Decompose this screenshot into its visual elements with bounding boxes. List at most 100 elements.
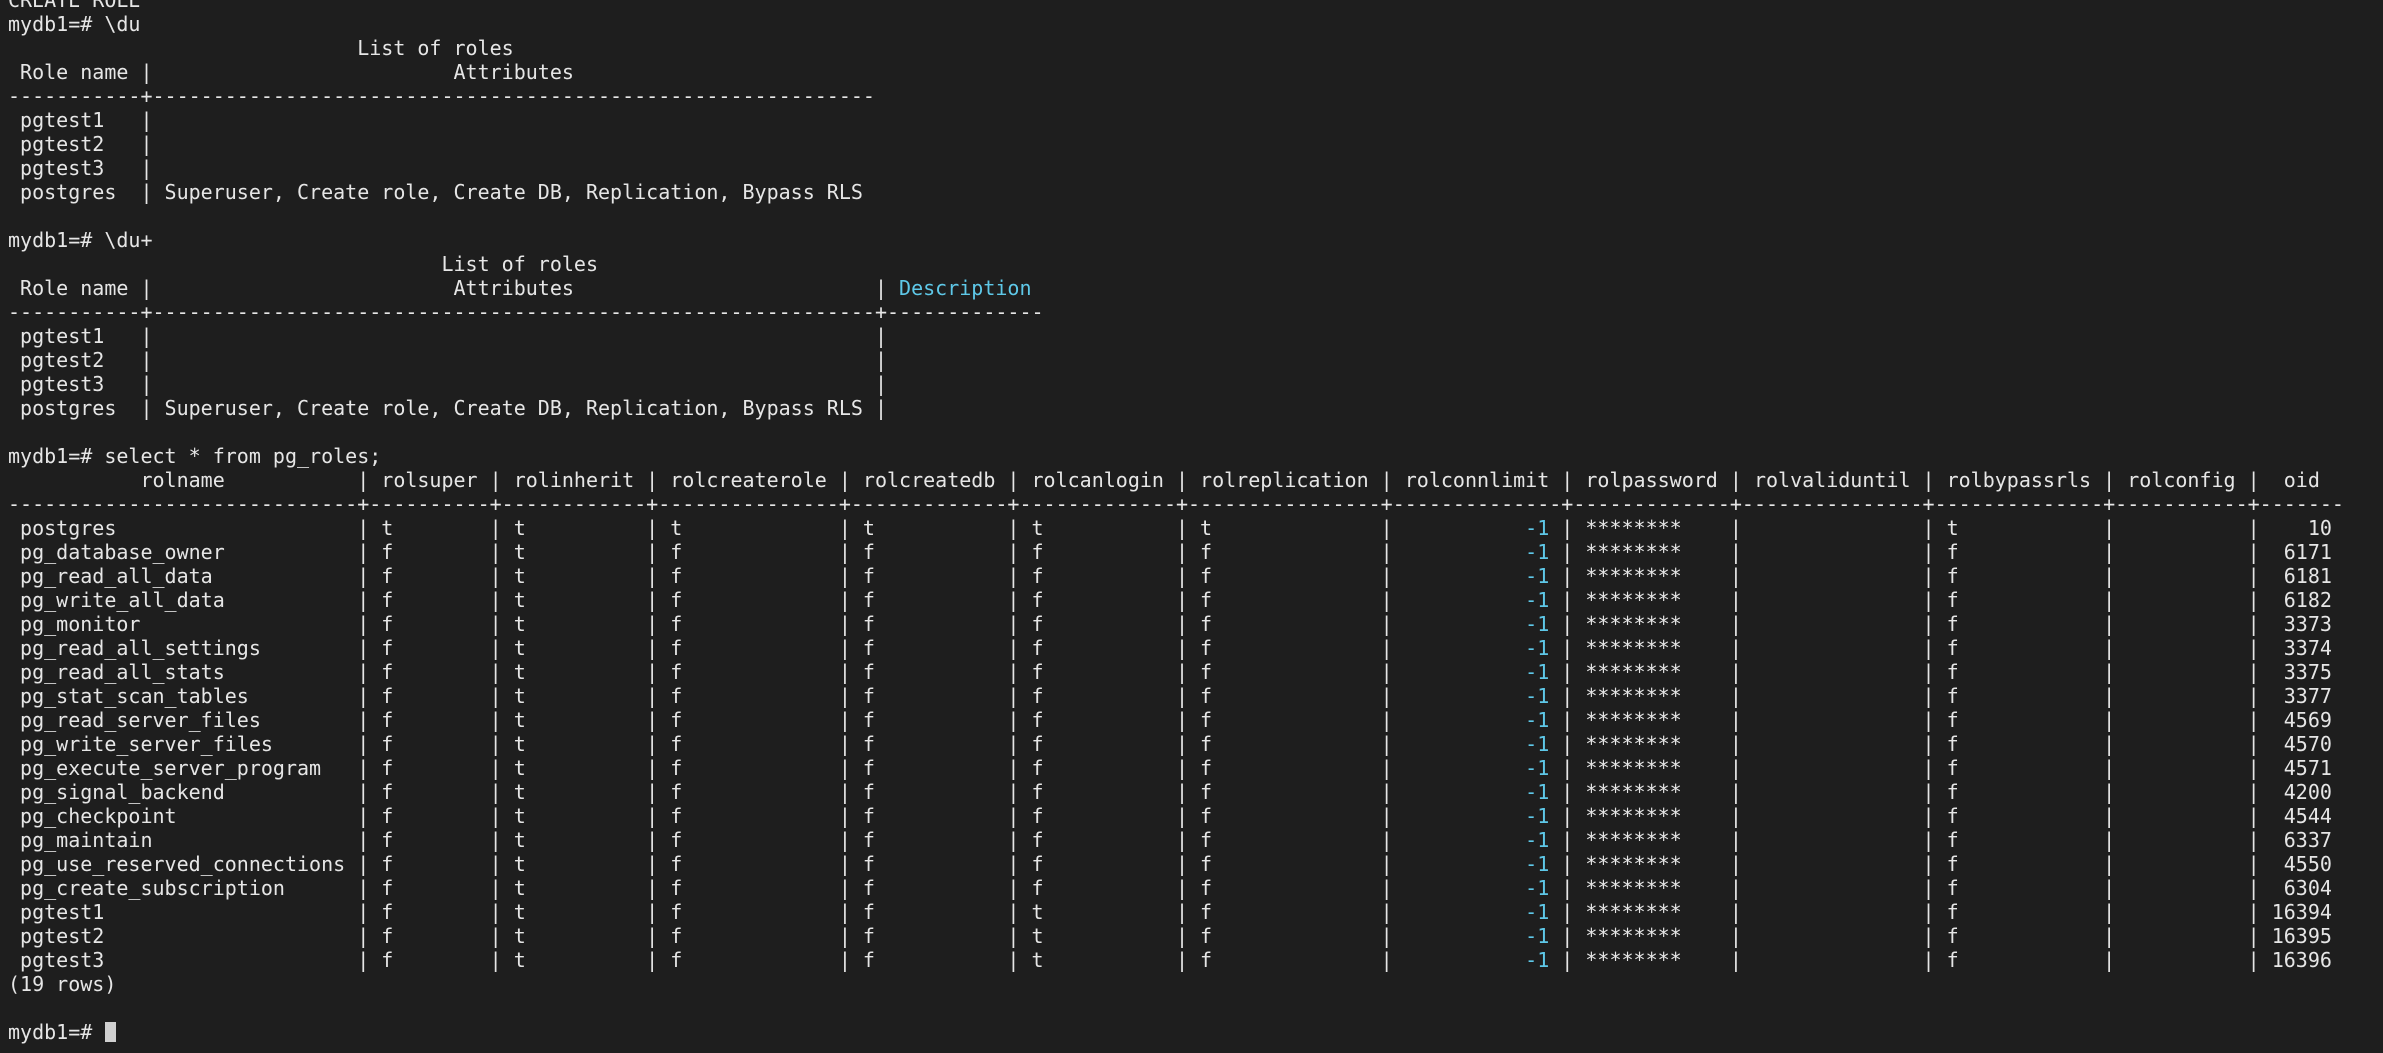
terminal-line: mydb1=# select * from pg_roles; — [8, 444, 2378, 468]
terminal-line: rolname | rolsuper | rolinherit | rolcre… — [8, 468, 2378, 492]
line-text: pg_write_all_data | f | t | f | f | f | … — [8, 588, 1526, 612]
terminal-cursor[interactable] — [105, 1022, 117, 1042]
terminal-line: pg_read_all_stats | f | t | f | f | f | … — [8, 660, 2378, 684]
terminal-line: mydb1=# — [8, 1020, 2378, 1044]
terminal-line: pgtest3 | | — [8, 372, 2378, 396]
terminal-output[interactable]: CREATE ROLE mydb1=# \du List of roles Rol… — [8, 0, 2378, 1048]
highlighted-value: -1 — [1525, 660, 1550, 684]
line-text: pg_create_subscription | f | t | f | f |… — [8, 876, 1526, 900]
line-text: pg_stat_scan_tables | f | t | f | f | f … — [8, 684, 1526, 708]
highlighted-value: -1 — [1525, 900, 1550, 924]
line-text: pg_database_owner | f | t | f | f | f | … — [8, 540, 1526, 564]
terminal-line: Role name | Attributes | Description — [8, 276, 2378, 300]
line-text: pg_write_server_files | f | t | f | f | … — [8, 732, 1526, 756]
line-text-after: | ******** | | f | | 4571 — [1549, 756, 2332, 780]
highlighted-value: -1 — [1525, 876, 1550, 900]
line-text: pg_execute_server_program | f | t | f | … — [8, 756, 1526, 780]
highlighted-value: -1 — [1525, 708, 1550, 732]
line-text: mydb1=# \du+ — [8, 228, 153, 252]
terminal-line: mydb1=# \du — [8, 12, 2378, 36]
line-text: pgtest2 | | — [8, 348, 887, 372]
line-text: postgres | Superuser, Create role, Creat… — [8, 180, 863, 204]
terminal-line: CREATE ROLE — [8, 0, 2378, 12]
line-text: pg_read_all_data | f | t | f | f | f | f… — [8, 564, 1526, 588]
terminal-line: pgtest2 | — [8, 132, 2378, 156]
terminal-line: pgtest1 | | — [8, 324, 2378, 348]
line-text: postgres | t | t | t | t | t | t | — [8, 516, 1526, 540]
highlighted-value: -1 — [1525, 684, 1550, 708]
terminal-line: Role name | Attributes — [8, 60, 2378, 84]
line-text: pgtest3 | | — [8, 372, 887, 396]
line-text: List of roles — [8, 252, 599, 276]
line-text-after: | ******** | | f | | 4569 — [1549, 708, 2332, 732]
line-text-after: | ******** | | f | | 3374 — [1549, 636, 2332, 660]
line-text-after: | ******** | | f | | 16396 — [1549, 948, 2332, 972]
highlighted-value: -1 — [1525, 588, 1550, 612]
line-text-after: | ******** | | t | | 10 — [1549, 516, 2332, 540]
line-text: pgtest3 | f | t | f | f | t | f | — [8, 948, 1526, 972]
highlighted-value: -1 — [1525, 948, 1550, 972]
terminal-line: List of roles — [8, 252, 2378, 276]
line-text-after: | ******** | | f | | 4550 — [1549, 852, 2332, 876]
terminal-line: pg_read_all_settings | f | t | f | f | f… — [8, 636, 2378, 660]
line-text: pgtest1 | — [8, 108, 153, 132]
highlighted-value: -1 — [1525, 828, 1550, 852]
line-text: mydb1=# — [8, 1020, 105, 1044]
terminal-line: pg_maintain | f | t | f | f | f | f | -1… — [8, 828, 2378, 852]
line-text: pgtest3 | — [8, 156, 153, 180]
line-text: mydb1=# \du — [8, 12, 141, 36]
highlighted-value: -1 — [1525, 852, 1550, 876]
terminal-line: pg_checkpoint | f | t | f | f | f | f | … — [8, 804, 2378, 828]
line-text-after: | ******** | | f | | 6181 — [1549, 564, 2332, 588]
terminal-line: pgtest1 | — [8, 108, 2378, 132]
line-text: postgres | Superuser, Create role, Creat… — [8, 396, 887, 420]
terminal-line: pg_execute_server_program | f | t | f | … — [8, 756, 2378, 780]
line-text: -----------+----------------------------… — [8, 300, 1044, 324]
highlighted-value: -1 — [1525, 540, 1550, 564]
highlighted-value: -1 — [1525, 924, 1550, 948]
line-text: pgtest1 | f | t | f | f | t | f | — [8, 900, 1526, 924]
line-text: pg_read_all_stats | f | t | f | f | f | … — [8, 660, 1526, 684]
line-text: pg_read_server_files | f | t | f | f | f… — [8, 708, 1526, 732]
terminal-line: postgres | Superuser, Create role, Creat… — [8, 396, 2378, 420]
terminal-line: pgtest2 | | — [8, 348, 2378, 372]
line-text: pgtest1 | | — [8, 324, 887, 348]
terminal-line: pgtest3 | f | t | f | f | t | f | -1 | *… — [8, 948, 2378, 972]
line-text: CREATE ROLE — [8, 0, 141, 12]
line-text-after: | ******** | | f | | 6182 — [1549, 588, 2332, 612]
line-text: pgtest2 | f | t | f | f | t | f | — [8, 924, 1526, 948]
line-text: List of roles — [8, 36, 514, 60]
terminal-line: pg_write_server_files | f | t | f | f | … — [8, 732, 2378, 756]
highlighted-value: -1 — [1525, 612, 1550, 636]
highlighted-value: -1 — [1525, 732, 1550, 756]
terminal-line: pg_monitor | f | t | f | f | f | f | -1 … — [8, 612, 2378, 636]
terminal-line: postgres | Superuser, Create role, Creat… — [8, 180, 2378, 204]
terminal-line: pgtest1 | f | t | f | f | t | f | -1 | *… — [8, 900, 2378, 924]
line-text-after: | ******** | | f | | 4570 — [1549, 732, 2332, 756]
line-text: Role name | Attributes | — [8, 276, 900, 300]
terminal-line: pgtest2 | f | t | f | f | t | f | -1 | *… — [8, 924, 2378, 948]
line-text: pg_use_reserved_connections | f | t | f … — [8, 852, 1526, 876]
line-text: mydb1=# select * from pg_roles; — [8, 444, 382, 468]
highlighted-value: Description — [899, 276, 1032, 300]
highlighted-value: -1 — [1525, 804, 1550, 828]
line-text: pg_signal_backend | f | t | f | f | f | … — [8, 780, 1526, 804]
highlighted-value: -1 — [1525, 780, 1550, 804]
highlighted-value: -1 — [1525, 516, 1550, 540]
highlighted-value: -1 — [1525, 756, 1550, 780]
terminal-line: pg_database_owner | f | t | f | f | f | … — [8, 540, 2378, 564]
line-text-after: | ******** | | f | | 4200 — [1549, 780, 2332, 804]
terminal-line: pg_read_all_data | f | t | f | f | f | f… — [8, 564, 2378, 588]
line-text-after: | ******** | | f | | 16395 — [1549, 924, 2332, 948]
line-text: pg_monitor | f | t | f | f | f | f | — [8, 612, 1526, 636]
line-text-after: | ******** | | f | | 6171 — [1549, 540, 2332, 564]
terminal-line: pg_create_subscription | f | t | f | f |… — [8, 876, 2378, 900]
line-text-after: | ******** | | f | | 16394 — [1549, 900, 2332, 924]
line-text-after: | ******** | | f | | 3375 — [1549, 660, 2332, 684]
line-text: Role name | Attributes — [8, 60, 574, 84]
terminal-line: -----------------------------+----------… — [8, 492, 2378, 516]
line-text-after: | ******** | | f | | 3373 — [1549, 612, 2332, 636]
terminal-line: (19 rows) — [8, 972, 2378, 996]
